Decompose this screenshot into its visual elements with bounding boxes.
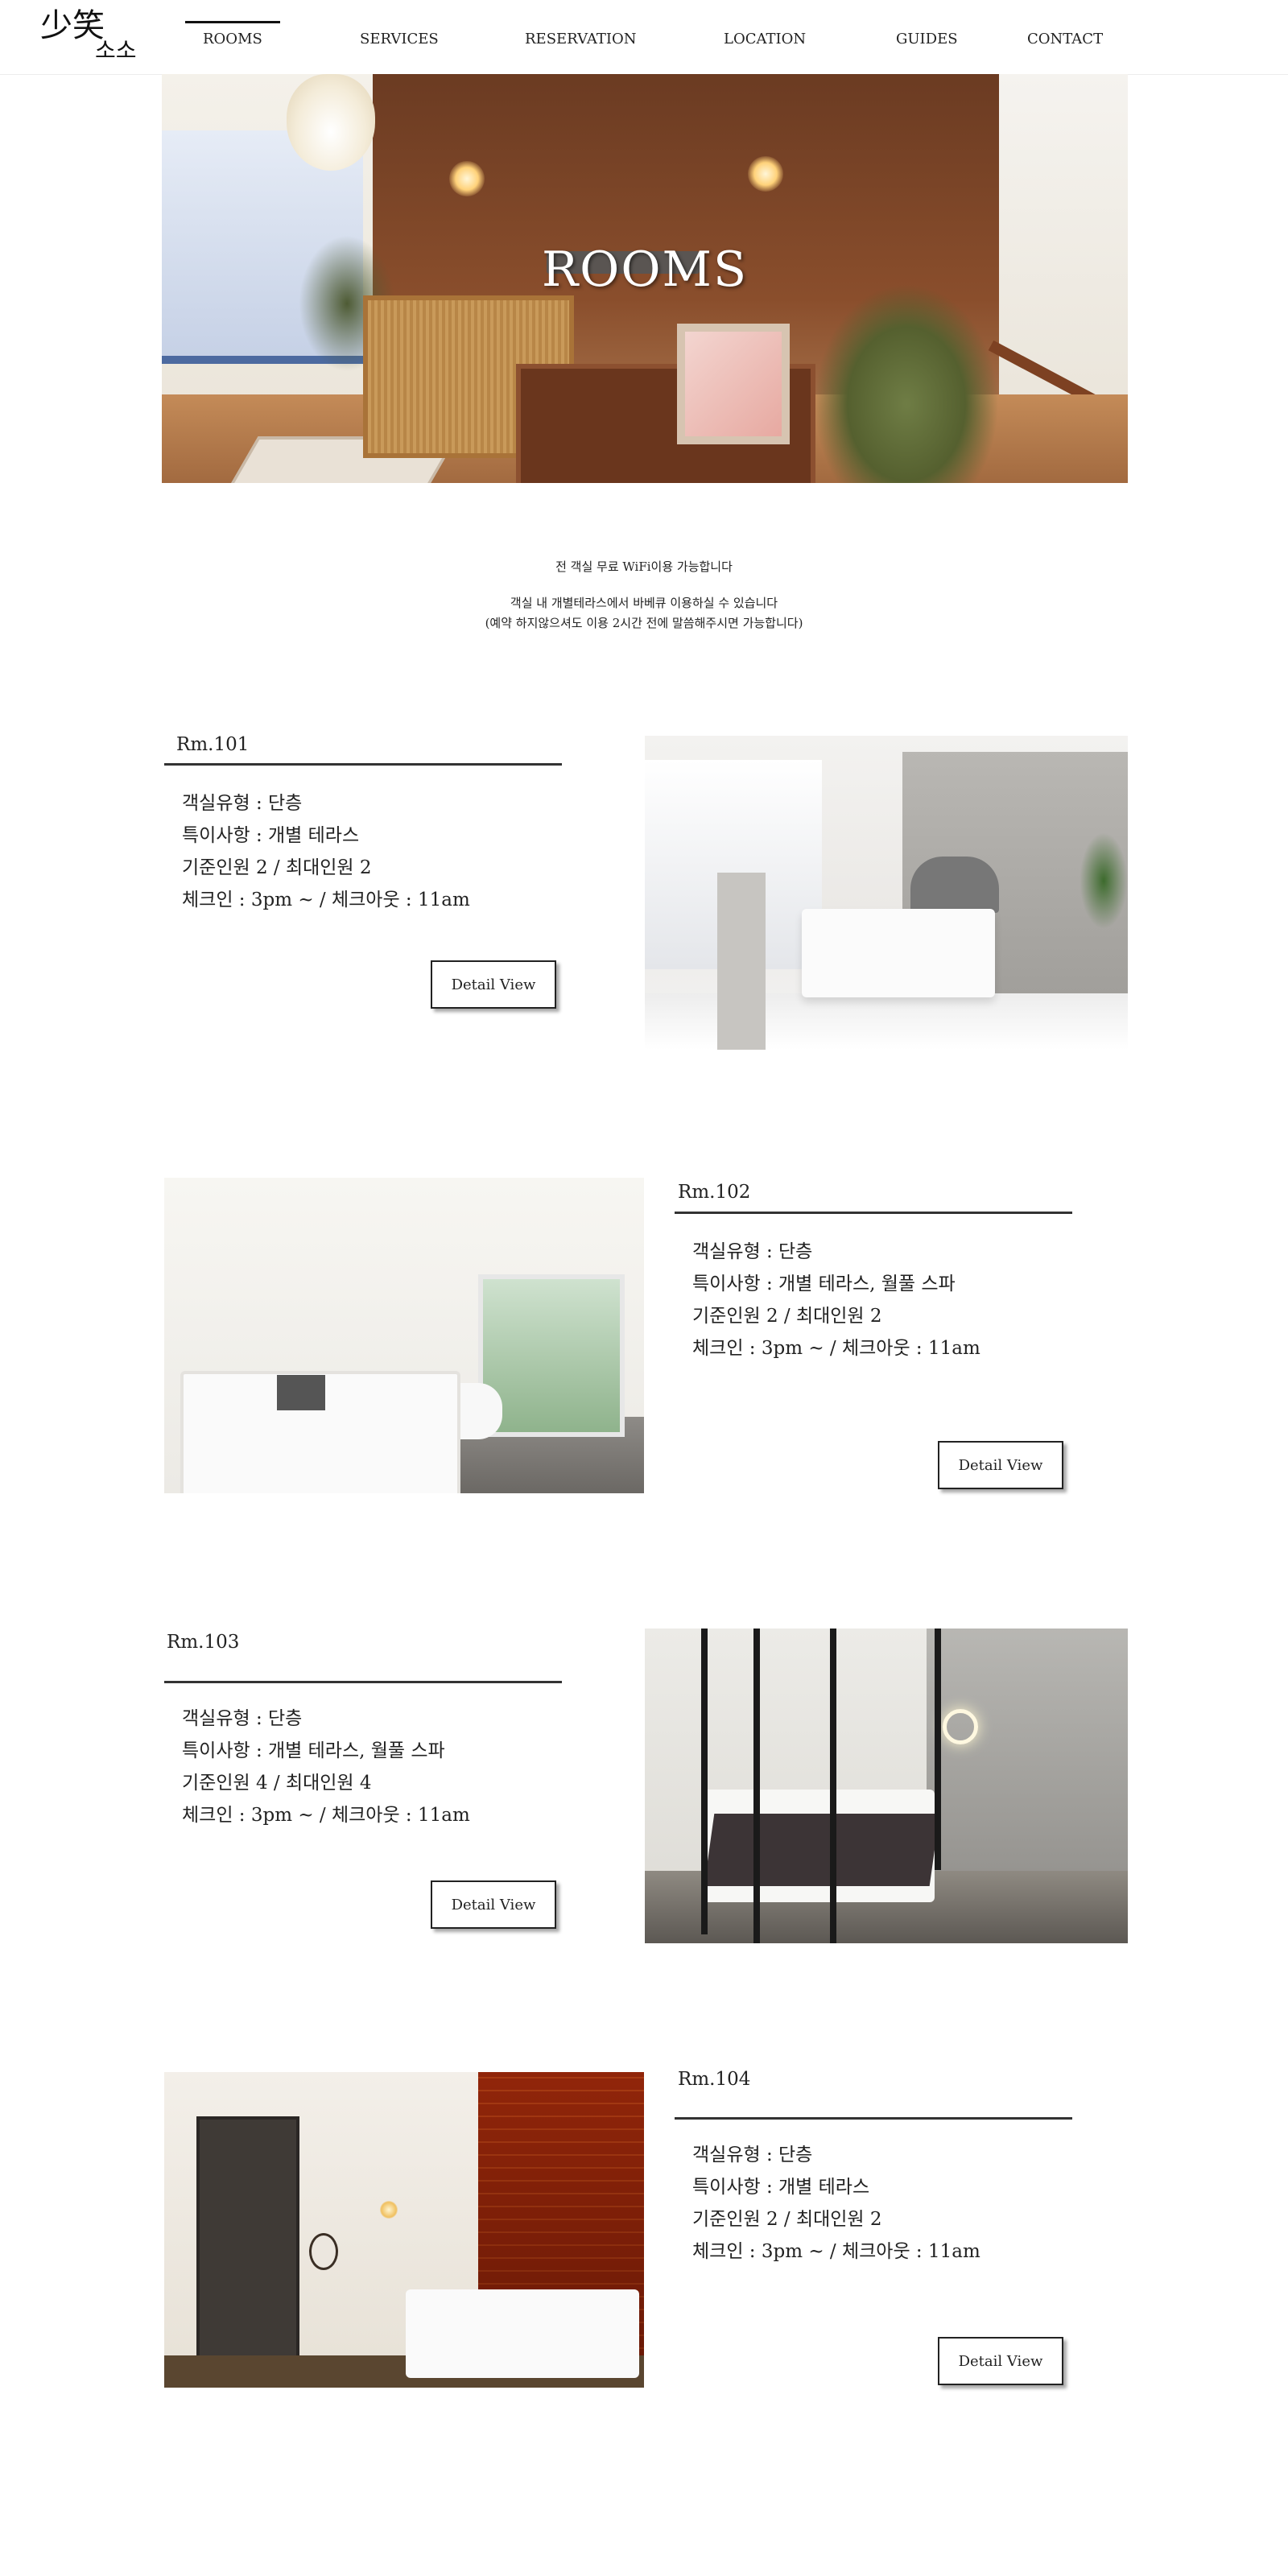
- room-checkin: 체크인 : 3pm ~ / 체크아웃 : 11am: [692, 1338, 980, 1359]
- room-type: 객실유형 : 단층: [182, 1708, 303, 1729]
- room-feature: 특이사항 : 개별 테라스: [692, 2177, 870, 2198]
- intro-wifi: 전 객실 무료 WiFi이용 가능합니다: [555, 559, 733, 574]
- room-name: Rm.104: [678, 2069, 751, 2090]
- room-photo[interactable]: [164, 2072, 644, 2388]
- detail-view-button[interactable]: Detail View: [431, 960, 556, 1009]
- room-feature: 특이사항 : 개별 테라스: [182, 825, 360, 846]
- room-capacity: 기준인원 2 / 최대인원 2: [692, 2209, 882, 2230]
- room-type: 객실유형 : 단층: [692, 2145, 813, 2165]
- room-type: 객실유형 : 단층: [692, 1241, 813, 1262]
- room-specs: 객실유형 : 단층 특이사항 : 개별 테라스 기준인원 2 / 최대인원 2 …: [692, 2139, 980, 2268]
- room-divider: [164, 763, 562, 766]
- hero-banner: ROOMS: [162, 74, 1128, 483]
- room-checkin: 체크인 : 3pm ~ / 체크아웃 : 11am: [692, 2241, 980, 2262]
- room-specs: 객실유형 : 단층 특이사항 : 개별 테라스 기준인원 2 / 최대인원 2 …: [182, 787, 470, 916]
- hero-title: ROOMS: [541, 242, 749, 298]
- room-divider: [675, 2117, 1072, 2120]
- room-capacity: 기준인원 2 / 최대인원 2: [182, 857, 372, 878]
- main-nav: ROOMS SERVICES RESERVATION LOCATION GUID…: [0, 0, 1288, 74]
- nav-location[interactable]: LOCATION: [724, 31, 806, 47]
- room-feature: 특이사항 : 개별 테라스, 월풀 스파: [692, 1274, 956, 1294]
- room-divider: [164, 1681, 562, 1683]
- room-capacity: 기준인원 2 / 최대인원 2: [692, 1306, 882, 1327]
- room-photo[interactable]: [645, 1629, 1128, 1943]
- room-specs: 객실유형 : 단층 특이사항 : 개별 테라스, 월풀 스파 기준인원 4 / …: [182, 1703, 470, 1831]
- intro-bbq: 객실 내 개별테라스에서 바베큐 이용하실 수 있습니다: [510, 596, 778, 610]
- hero-sconce-right: [748, 156, 783, 192]
- room-specs: 객실유형 : 단층 특이사항 : 개별 테라스, 월풀 스파 기준인원 2 / …: [692, 1236, 980, 1364]
- hero-plant: [814, 283, 999, 483]
- room-name: Rm.102: [678, 1182, 751, 1203]
- site-header: 少笑 소소 ROOMS SERVICES RESERVATION LOCATIO…: [0, 0, 1288, 75]
- detail-view-button[interactable]: Detail View: [938, 2337, 1063, 2385]
- detail-view-button[interactable]: Detail View: [431, 1880, 556, 1929]
- room-divider: [675, 1212, 1072, 1214]
- detail-view-button[interactable]: Detail View: [938, 1441, 1063, 1489]
- room-photo[interactable]: [164, 1178, 644, 1493]
- room-name: Rm.101: [176, 734, 250, 755]
- hero-picture-frame: [677, 324, 790, 444]
- hero-pendant-lamp: [287, 74, 375, 171]
- room-feature: 특이사항 : 개별 테라스, 월풀 스파: [182, 1740, 445, 1761]
- room-photo[interactable]: [645, 736, 1128, 1050]
- room-capacity: 기준인원 4 / 최대인원 4: [182, 1773, 372, 1794]
- nav-contact[interactable]: CONTACT: [1027, 31, 1103, 47]
- nav-rooms[interactable]: ROOMS: [185, 21, 280, 47]
- nav-services[interactable]: SERVICES: [360, 31, 439, 47]
- room-name: Rm.103: [167, 1632, 240, 1653]
- room-checkin: 체크인 : 3pm ~ / 체크아웃 : 11am: [182, 890, 470, 910]
- hero-sconce-left: [449, 161, 485, 196]
- nav-reservation[interactable]: RESERVATION: [525, 31, 637, 47]
- room-type: 객실유형 : 단층: [182, 793, 303, 814]
- nav-guides[interactable]: GUIDES: [896, 31, 958, 47]
- room-checkin: 체크인 : 3pm ~ / 체크아웃 : 11am: [182, 1805, 470, 1826]
- intro-bbq-note: (예약 하지않으셔도 이용 2시간 전에 말씀해주시면 가능합니다): [485, 616, 803, 630]
